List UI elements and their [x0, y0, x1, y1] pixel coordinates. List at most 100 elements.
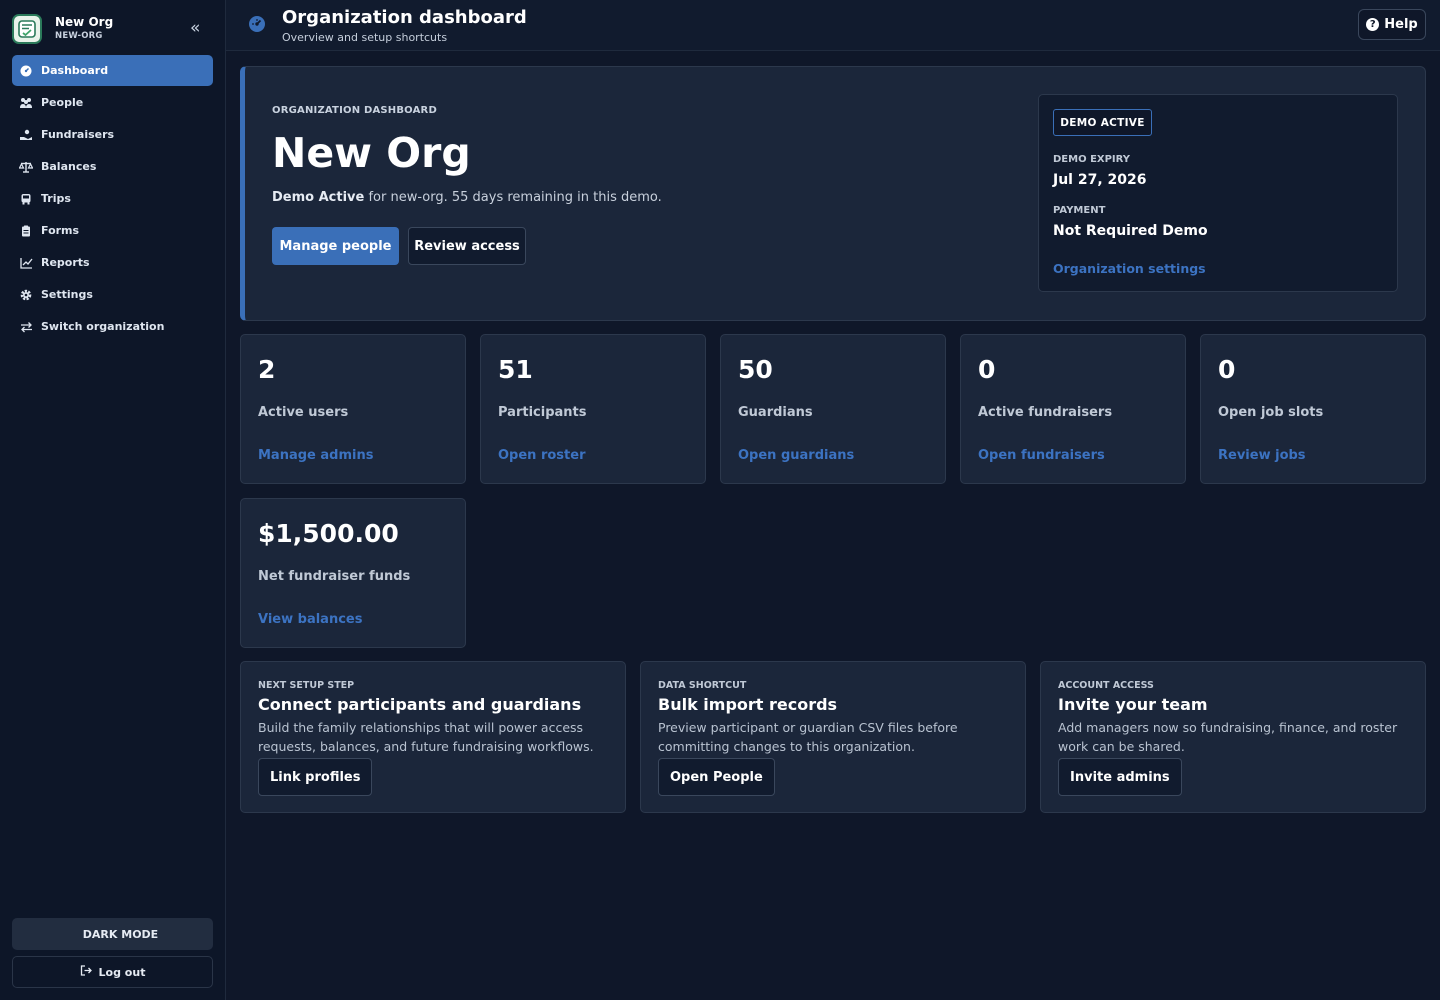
action-kicker: ACCOUNT ACCESS — [1058, 680, 1154, 691]
sidebar-nav: Dashboard People Fundraisers Balances Tr… — [12, 55, 213, 343]
payment-value: Not Required Demo — [1053, 223, 1208, 239]
stat-label: Active users — [258, 405, 349, 420]
stat-value: 50 — [738, 355, 773, 384]
sidebar-item-label: People — [41, 96, 84, 109]
logout-button[interactable]: Log out — [12, 956, 213, 988]
dashboard-icon — [248, 15, 266, 33]
sidebar-item-label: Fundraisers — [41, 128, 115, 141]
question-icon: ? — [1366, 18, 1380, 31]
stat-card-active-users: 2 Active users Manage admins — [240, 334, 466, 484]
sidebar-item-label: Reports — [41, 256, 90, 269]
demo-status-card: DEMO ACTIVE DEMO EXPIRY Jul 27, 2026 PAY… — [1038, 94, 1398, 292]
link-profiles-button[interactable]: Link profiles — [258, 758, 373, 796]
dashboard-icon — [19, 64, 33, 78]
sidebar-item-balances[interactable]: Balances — [12, 151, 213, 182]
stat-value: 2 — [258, 355, 276, 384]
open-roster-link[interactable]: Open roster — [498, 448, 585, 463]
moon-icon — [67, 927, 76, 941]
stat-value: 0 — [1218, 355, 1236, 384]
org-status-text: Demo Active for new-org. 55 days remaini… — [272, 190, 662, 205]
action-card-connect-participants: NEXT SETUP STEP Connect participants and… — [240, 661, 626, 813]
org-name: New Org — [55, 15, 114, 29]
hand-coin-icon — [19, 128, 33, 142]
stat-value: $1,500.00 — [258, 519, 399, 548]
org-title: New Org — [272, 129, 471, 177]
action-description: Build the family relationships that will… — [258, 720, 594, 754]
gear-icon — [19, 288, 33, 302]
stat-value: 0 — [978, 355, 996, 384]
sidebar-item-people[interactable]: People — [12, 87, 213, 118]
org-overview-panel: ORGANIZATION DASHBOARD New Org Demo Acti… — [240, 66, 1426, 321]
stat-card-participants: 51 Participants Open roster — [480, 334, 706, 484]
sidebar: New Org NEW-ORG « Dashboard People Fundr… — [0, 0, 226, 1000]
action-kicker: NEXT SETUP STEP — [258, 680, 355, 691]
status-highlight: Demo Active — [272, 190, 365, 205]
open-fundraisers-link[interactable]: Open fundraisers — [978, 448, 1105, 463]
org-slug: NEW-ORG — [55, 31, 103, 41]
stat-value: 51 — [498, 355, 533, 384]
swap-icon — [19, 320, 33, 334]
action-kicker: DATA SHORTCUT — [658, 680, 747, 691]
sidebar-item-switch-organization[interactable]: Switch organization — [12, 311, 213, 342]
stat-label: Participants — [498, 405, 587, 420]
sidebar-item-label: Settings — [41, 288, 93, 301]
demo-expiry-value: Jul 27, 2026 — [1053, 172, 1147, 188]
people-icon — [19, 96, 33, 110]
open-people-button[interactable]: Open People — [658, 758, 775, 796]
action-title: Invite your team — [1058, 695, 1208, 714]
review-access-button[interactable]: Review access — [408, 227, 526, 265]
manage-people-button[interactable]: Manage people — [272, 227, 399, 265]
org-logo-icon — [12, 14, 42, 44]
sidebar-item-reports[interactable]: Reports — [12, 247, 213, 278]
sidebar-item-trips[interactable]: Trips — [12, 183, 213, 214]
action-card-bulk-import: DATA SHORTCUT Bulk import records Previe… — [640, 661, 1026, 813]
sidebar-item-settings[interactable]: Settings — [12, 279, 213, 310]
sidebar-item-label: Balances — [41, 160, 97, 173]
action-title: Bulk import records — [658, 695, 838, 714]
status-detail: for new-org. 55 days remaining in this d… — [364, 190, 662, 205]
sidebar-item-forms[interactable]: Forms — [12, 215, 213, 246]
action-description: Add managers now so fundraising, finance… — [1058, 720, 1398, 754]
status-badge: DEMO ACTIVE — [1053, 109, 1152, 136]
dark-mode-label: DARK MODE — [82, 927, 159, 941]
org-brand[interactable]: New Org NEW-ORG — [12, 14, 214, 46]
stat-label: Guardians — [738, 405, 813, 420]
chart-line-icon — [19, 256, 33, 270]
hero-kicker: ORGANIZATION DASHBOARD — [272, 105, 437, 116]
page-subtitle: Overview and setup shortcuts — [282, 31, 448, 44]
stat-card-guardians: 50 Guardians Open guardians — [720, 334, 946, 484]
help-button[interactable]: ? Help — [1358, 9, 1426, 40]
sidebar-item-label: Switch organization — [41, 320, 165, 333]
stat-label: Active fundraisers — [978, 405, 1113, 420]
page-header: Organization dashboard Overview and setu… — [226, 0, 1440, 51]
stat-label: Open job slots — [1218, 405, 1324, 420]
page-title: Organization dashboard — [282, 7, 527, 28]
payment-label: PAYMENT — [1053, 205, 1106, 216]
dark-mode-toggle[interactable]: DARK MODE — [12, 918, 213, 950]
action-card-invite-team: ACCOUNT ACCESS Invite your team Add mana… — [1040, 661, 1426, 813]
organization-settings-link[interactable]: Organization settings — [1053, 261, 1206, 276]
sidebar-item-label: Trips — [41, 192, 71, 205]
sidebar-item-fundraisers[interactable]: Fundraisers — [12, 119, 213, 150]
clipboard-icon — [19, 224, 33, 238]
sidebar-item-dashboard[interactable]: Dashboard — [12, 55, 213, 86]
logout-icon — [80, 965, 92, 979]
demo-expiry-label: DEMO EXPIRY — [1053, 154, 1131, 165]
sidebar-item-label: Dashboard — [41, 64, 109, 77]
stat-card-active-fundraisers: 0 Active fundraisers Open fundraisers — [960, 334, 1186, 484]
view-balances-link[interactable]: View balances — [258, 612, 362, 627]
open-guardians-link[interactable]: Open guardians — [738, 448, 854, 463]
logout-label: Log out — [98, 965, 146, 979]
help-label: Help — [1384, 17, 1418, 32]
action-title: Connect participants and guardians — [258, 695, 582, 714]
manage-admins-link[interactable]: Manage admins — [258, 448, 373, 463]
stat-card-net-fundraiser-funds: $1,500.00 Net fundraiser funds View bala… — [240, 498, 466, 648]
collapse-sidebar-icon[interactable]: « — [190, 20, 208, 38]
sidebar-item-label: Forms — [41, 224, 80, 237]
action-description: Preview participant or guardian CSV file… — [658, 720, 958, 754]
stat-card-open-job-slots: 0 Open job slots Review jobs — [1200, 334, 1426, 484]
bus-icon — [19, 192, 33, 206]
invite-admins-button[interactable]: Invite admins — [1058, 758, 1182, 796]
scale-icon — [19, 160, 33, 174]
review-jobs-link[interactable]: Review jobs — [1218, 448, 1306, 463]
